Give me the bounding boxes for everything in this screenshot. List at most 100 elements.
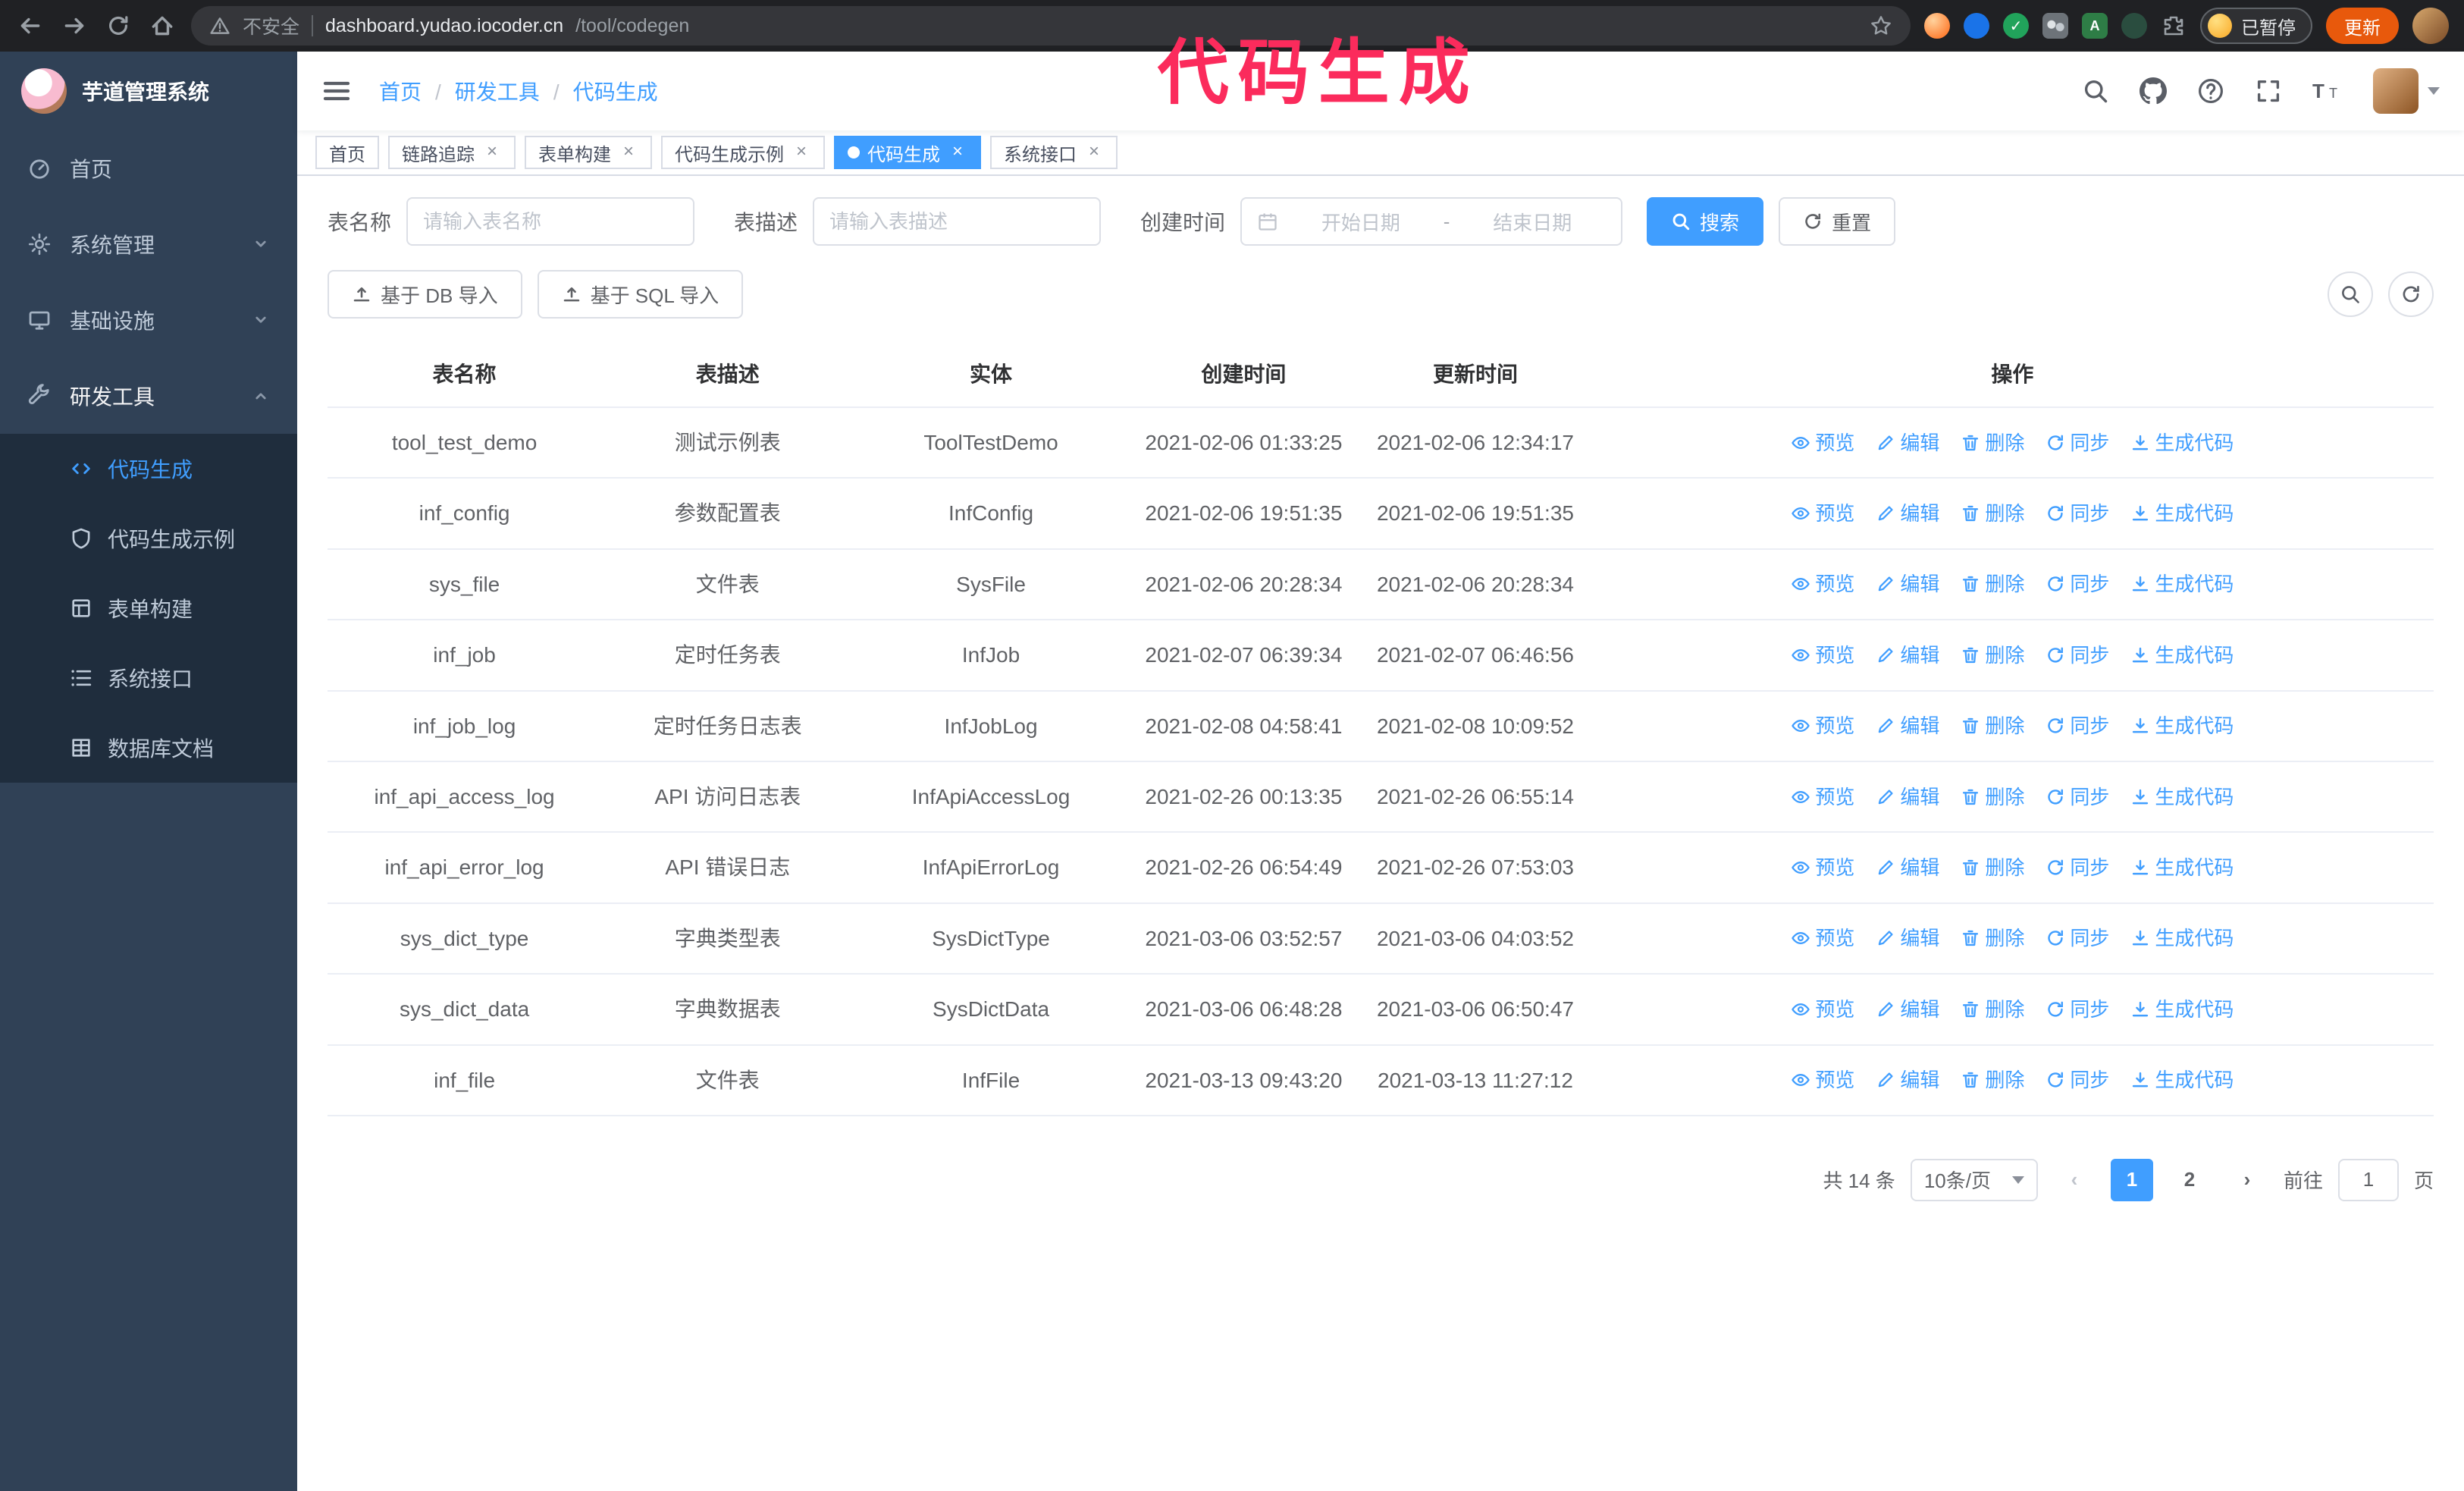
extension-icon-people[interactable] xyxy=(2042,13,2068,39)
edit-action[interactable]: 编辑 xyxy=(1876,852,1939,883)
edit-action[interactable]: 编辑 xyxy=(1876,640,1939,670)
back-icon[interactable] xyxy=(15,11,45,41)
table-desc-input[interactable] xyxy=(813,197,1102,246)
tab-home[interactable]: 首页 xyxy=(315,136,379,169)
generate-code-action[interactable]: 生成代码 xyxy=(2130,1065,2234,1095)
preview-action[interactable]: 预览 xyxy=(1791,994,1854,1025)
delete-action[interactable]: 删除 xyxy=(1961,711,2024,741)
preview-action[interactable]: 预览 xyxy=(1791,782,1854,812)
toggle-search-button[interactable] xyxy=(2328,272,2373,317)
user-menu[interactable] xyxy=(2373,68,2440,114)
edit-action[interactable]: 编辑 xyxy=(1876,782,1939,812)
prev-page-button[interactable]: ‹ xyxy=(2053,1159,2096,1201)
extension-icon-fox[interactable] xyxy=(1924,13,1950,39)
page-button-2[interactable]: 2 xyxy=(2168,1159,2211,1201)
table-row[interactable]: tool_test_demo 测试示例表 ToolTestDemo 2021-0… xyxy=(328,407,2434,479)
breadcrumb-home[interactable]: 首页 xyxy=(379,76,455,106)
extensions-puzzle-icon[interactable] xyxy=(2161,13,2187,39)
tab-codegen[interactable]: 代码生成 xyxy=(834,136,981,169)
table-row[interactable]: inf_job_log 定时任务日志表 InfJobLog 2021-02-08… xyxy=(328,690,2434,762)
sidebar-logo[interactable]: 芋道管理系统 xyxy=(0,52,297,130)
edit-action[interactable]: 编辑 xyxy=(1876,923,1939,953)
breadcrumb-dev-tools[interactable]: 研发工具 xyxy=(455,76,573,106)
sidebar-item-codegen[interactable]: 代码生成 xyxy=(0,434,297,504)
sidebar-item-db-docs[interactable]: 数据库文档 xyxy=(0,713,297,783)
page-button-1[interactable]: 1 xyxy=(2110,1158,2153,1201)
generate-code-action[interactable]: 生成代码 xyxy=(2130,923,2234,953)
generate-code-action[interactable]: 生成代码 xyxy=(2130,569,2234,599)
sidebar-item-home[interactable]: 首页 xyxy=(0,130,297,206)
table-row[interactable]: inf_config 参数配置表 InfConfig 2021-02-06 19… xyxy=(328,478,2434,550)
generate-code-action[interactable]: 生成代码 xyxy=(2130,782,2234,812)
table-name-input[interactable] xyxy=(406,197,695,246)
refresh-table-button[interactable] xyxy=(2388,272,2434,317)
sidebar-item-system-management[interactable]: 系统管理 xyxy=(0,206,297,282)
table-row[interactable]: inf_api_error_log API 错误日志 InfApiErrorLo… xyxy=(328,832,2434,904)
font-size-icon[interactable]: TT xyxy=(2312,79,2343,103)
table-row[interactable]: sys_dict_type 字典类型表 SysDictType 2021-03-… xyxy=(328,902,2434,975)
help-icon[interactable] xyxy=(2197,77,2224,105)
close-icon[interactable] xyxy=(1084,143,1104,162)
sync-action[interactable]: 同步 xyxy=(2045,428,2109,458)
close-icon[interactable] xyxy=(482,143,502,162)
generate-code-action[interactable]: 生成代码 xyxy=(2130,994,2234,1025)
update-button[interactable]: 更新 xyxy=(2326,8,2399,44)
goto-page-input[interactable] xyxy=(2337,1158,2399,1201)
table-row[interactable]: inf_job 定时任务表 InfJob 2021-02-07 06:39:34… xyxy=(328,620,2434,692)
delete-action[interactable]: 删除 xyxy=(1961,428,2024,458)
forward-icon[interactable] xyxy=(59,11,89,41)
hamburger-icon[interactable] xyxy=(321,76,352,106)
table-row[interactable]: sys_dict_data 字典数据表 SysDictData 2021-03-… xyxy=(328,974,2434,1046)
sidebar-item-form-builder[interactable]: 表单构建 xyxy=(0,573,297,643)
sidebar-item-system-api[interactable]: 系统接口 xyxy=(0,643,297,713)
reset-button[interactable]: 重置 xyxy=(1779,197,1896,246)
search-icon[interactable] xyxy=(2082,77,2109,105)
browser-profile-avatar[interactable] xyxy=(2412,8,2449,44)
delete-action[interactable]: 删除 xyxy=(1961,852,2024,883)
edit-action[interactable]: 编辑 xyxy=(1876,498,1939,529)
sync-action[interactable]: 同步 xyxy=(2045,994,2109,1025)
delete-action[interactable]: 删除 xyxy=(1961,1065,2024,1095)
tab-system-api[interactable]: 系统接口 xyxy=(990,136,1118,169)
close-icon[interactable] xyxy=(948,143,967,162)
reload-icon[interactable] xyxy=(103,11,133,41)
preview-action[interactable]: 预览 xyxy=(1791,498,1854,529)
sidebar-item-dev-tools[interactable]: 研发工具 xyxy=(0,358,297,434)
import-db-button[interactable]: 基于 DB 导入 xyxy=(328,270,522,319)
tab-codegen-example[interactable]: 代码生成示例 xyxy=(661,136,825,169)
generate-code-action[interactable]: 生成代码 xyxy=(2130,428,2234,458)
sidebar-item-codegen-example[interactable]: 代码生成示例 xyxy=(0,504,297,573)
page-size-select[interactable]: 10条/页 xyxy=(1910,1158,2038,1201)
delete-action[interactable]: 删除 xyxy=(1961,782,2024,812)
table-row[interactable]: inf_api_access_log API 访问日志表 InfApiAcces… xyxy=(328,761,2434,833)
extension-icon-check[interactable]: ✓ xyxy=(2003,13,2029,39)
preview-action[interactable]: 预览 xyxy=(1791,923,1854,953)
sync-action[interactable]: 同步 xyxy=(2045,640,2109,670)
sync-action[interactable]: 同步 xyxy=(2045,852,2109,883)
sidebar-item-infrastructure[interactable]: 基础设施 xyxy=(0,282,297,358)
edit-action[interactable]: 编辑 xyxy=(1876,1065,1939,1095)
extension-icon-dark[interactable] xyxy=(2121,13,2147,39)
sync-action[interactable]: 同步 xyxy=(2045,711,2109,741)
sync-action[interactable]: 同步 xyxy=(2045,1065,2109,1095)
github-icon[interactable] xyxy=(2140,77,2167,105)
edit-action[interactable]: 编辑 xyxy=(1876,569,1939,599)
fullscreen-icon[interactable] xyxy=(2255,77,2282,105)
sync-action[interactable]: 同步 xyxy=(2045,569,2109,599)
paused-badge[interactable]: 已暂停 xyxy=(2200,8,2312,44)
home-icon[interactable] xyxy=(147,11,177,41)
import-sql-button[interactable]: 基于 SQL 导入 xyxy=(537,270,744,319)
delete-action[interactable]: 删除 xyxy=(1961,569,2024,599)
delete-action[interactable]: 删除 xyxy=(1961,923,2024,953)
preview-action[interactable]: 预览 xyxy=(1791,569,1854,599)
extension-icon-translate[interactable]: A xyxy=(2082,13,2108,39)
sync-action[interactable]: 同步 xyxy=(2045,498,2109,529)
extension-icon-drop[interactable] xyxy=(1964,13,1989,39)
delete-action[interactable]: 删除 xyxy=(1961,640,2024,670)
tab-tracing[interactable]: 链路追踪 xyxy=(388,136,516,169)
generate-code-action[interactable]: 生成代码 xyxy=(2130,852,2234,883)
close-icon[interactable] xyxy=(792,143,811,162)
sync-action[interactable]: 同步 xyxy=(2045,923,2109,953)
close-icon[interactable] xyxy=(619,143,638,162)
preview-action[interactable]: 预览 xyxy=(1791,711,1854,741)
